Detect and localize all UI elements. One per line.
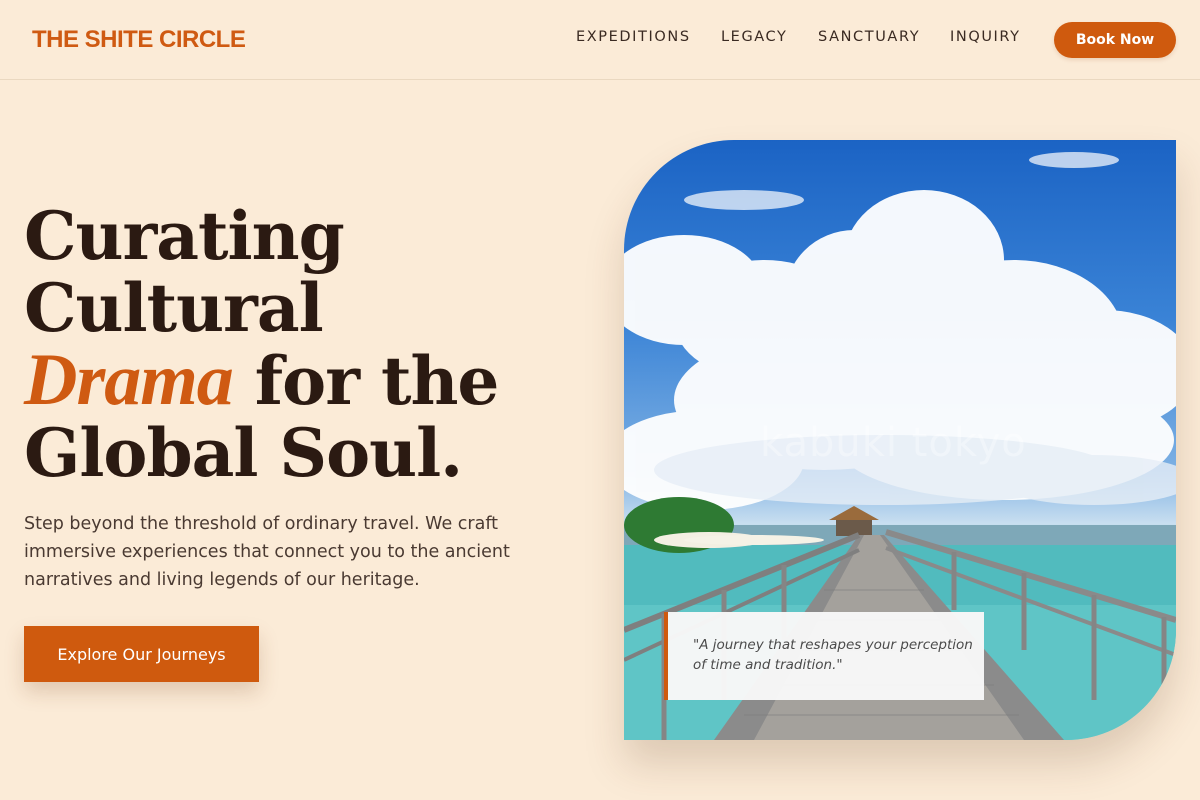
headline-line-2: Cultural: [24, 269, 324, 347]
headline-line-1: Curating: [24, 197, 345, 275]
site-header: THE SHITE CIRCLE EXPEDITIONS LEGACY SANC…: [0, 0, 1200, 80]
hero-quote-card: "A journey that reshapes your perception…: [664, 612, 984, 700]
headline-line-4: Global Soul.: [24, 414, 463, 492]
hero-subtext: Step beyond the threshold of ordinary tr…: [24, 514, 510, 590]
hero-headline: Curating Cultural Drama for the Global S…: [24, 200, 584, 489]
brand-logo[interactable]: THE SHITE CIRCLE: [32, 26, 246, 54]
explore-journeys-button[interactable]: Explore Our Journeys: [24, 626, 259, 682]
nav-item-expeditions[interactable]: EXPEDITIONS: [576, 29, 691, 45]
headline-line-3-rest: for the: [232, 342, 500, 420]
book-now-button[interactable]: Book Now: [1054, 22, 1176, 58]
nav-item-sanctuary[interactable]: SANCTUARY: [818, 29, 920, 45]
nav-item-legacy[interactable]: LEGACY: [721, 29, 787, 45]
image-watermark: kabuki tokyo: [760, 420, 1027, 466]
nav-item-inquiry[interactable]: INQUIRY: [950, 29, 1021, 45]
headline-accent-word: Drama: [24, 339, 234, 421]
